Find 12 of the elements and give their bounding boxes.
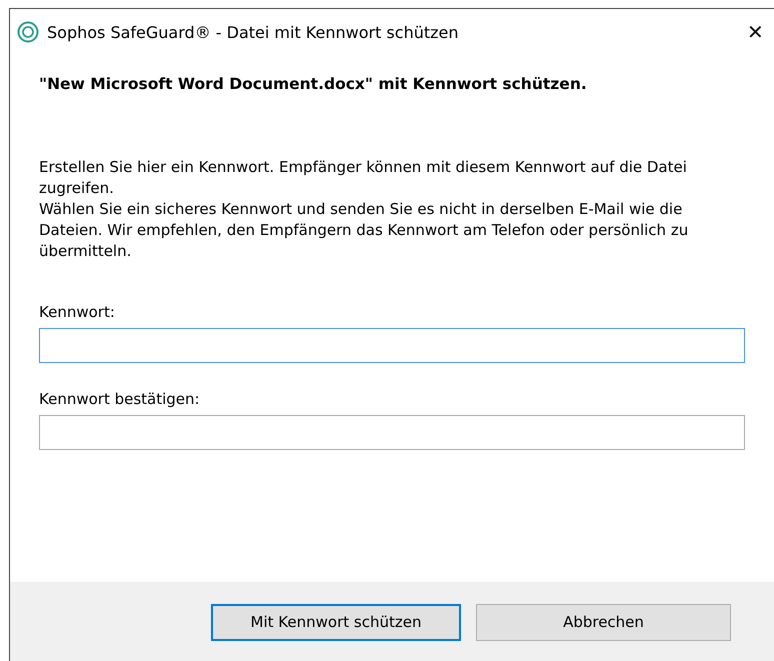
protect-button[interactable]: Mit Kennwort schützen	[211, 604, 461, 640]
window-title: Sophos SafeGuard® - Datei mit Kennwort schützen	[47, 22, 458, 42]
password-field[interactable]	[39, 328, 745, 363]
close-button[interactable]: ✕	[741, 20, 770, 44]
cancel-button[interactable]: Abbrechen	[476, 604, 731, 640]
app-logo-icon	[17, 21, 39, 43]
field-label: Kennwort bestätigen:	[39, 389, 201, 409]
password-field[interactable]	[39, 415, 745, 450]
instruction-text: Erstellen Sie hier ein Kennwort. Empfänger können mit diesem Kennwort auf die Datei zugreifen.	[39, 157, 688, 199]
dialog-heading: "New Microsoft Word Document.docx" mit Kennwort schützen.	[39, 75, 588, 93]
field-label: Kennwort:	[39, 302, 116, 322]
instruction-text: Wählen Sie ein sicheres Kennwort und senden Sie es nicht in derselben E-Mail wie die Dateien. Wir empfehlen, den Empfängern das Kennwort am Telefon oder persönlich zu übermitteln.	[39, 199, 690, 262]
